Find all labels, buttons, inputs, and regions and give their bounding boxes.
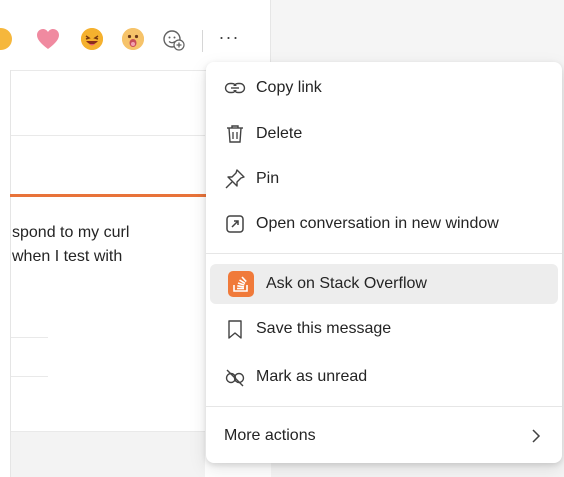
- add-reaction-glyph: [163, 30, 185, 51]
- message-line: spond to my curl: [12, 224, 130, 241]
- menu-item-label: Save this message: [256, 320, 392, 337]
- divider: [10, 337, 48, 338]
- menu-item-label: Copy link: [256, 79, 322, 96]
- menu-separator: [206, 406, 562, 407]
- message-line: when I test with: [12, 248, 123, 265]
- chevron-right-icon: [532, 429, 541, 443]
- heart-icon: [37, 29, 59, 49]
- mark-unread-icon: [225, 369, 245, 387]
- message-body: spond to my curl when I test with: [12, 221, 207, 269]
- message-accent-bar: [10, 194, 210, 197]
- menu-item-label: Mark as unread: [256, 368, 368, 385]
- message-context-menu: Copy link Delete Pin Open conversation i…: [206, 62, 562, 463]
- heart-emoji[interactable]: [36, 28, 60, 50]
- trash-icon: [227, 125, 243, 143]
- menu-item-label: Ask on Stack Overflow: [266, 275, 427, 292]
- add-reaction-icon[interactable]: [162, 28, 185, 51]
- menu-item-label: More actions: [224, 427, 316, 444]
- divider: [10, 135, 205, 136]
- pin-icon: [225, 169, 245, 189]
- like-emoji[interactable]: [0, 28, 12, 50]
- menu-item-label: Open conversation in new window: [256, 215, 499, 232]
- menu-separator: [206, 253, 562, 254]
- bookmark-icon: [228, 320, 242, 339]
- menu-item-mark-unread[interactable]: Mark as unread: [210, 357, 558, 397]
- open-window-icon: [226, 215, 244, 233]
- composer-area: [10, 432, 205, 477]
- reaction-bar: ···: [0, 18, 250, 58]
- pane-divider: [270, 0, 271, 70]
- more-options-label: ···: [218, 27, 240, 47]
- reaction-divider: [202, 30, 203, 52]
- stack-overflow-icon: [228, 271, 254, 297]
- message-border: [10, 70, 11, 477]
- surprised-face-icon: [122, 28, 144, 50]
- menu-item-ask-stack-overflow[interactable]: Ask on Stack Overflow: [210, 264, 558, 304]
- menu-item-label: Pin: [256, 170, 280, 187]
- divider: [10, 431, 205, 432]
- laugh-face-icon: [81, 28, 103, 50]
- menu-item-more-actions[interactable]: More actions: [210, 416, 558, 456]
- divider: [10, 376, 48, 377]
- more-options-button[interactable]: ···: [214, 28, 244, 52]
- link-icon: [224, 82, 246, 94]
- menu-item-open-new-window[interactable]: Open conversation in new window: [210, 204, 558, 244]
- menu-item-copy-link[interactable]: Copy link: [210, 68, 558, 108]
- menu-item-delete[interactable]: Delete: [210, 114, 558, 154]
- menu-item-pin[interactable]: Pin: [210, 159, 558, 199]
- laugh-emoji[interactable]: [81, 28, 103, 50]
- menu-item-label: Delete: [256, 125, 303, 142]
- stack-overflow-glyph: [233, 276, 248, 292]
- surprised-emoji[interactable]: [122, 28, 144, 50]
- menu-item-save-message[interactable]: Save this message: [210, 309, 558, 349]
